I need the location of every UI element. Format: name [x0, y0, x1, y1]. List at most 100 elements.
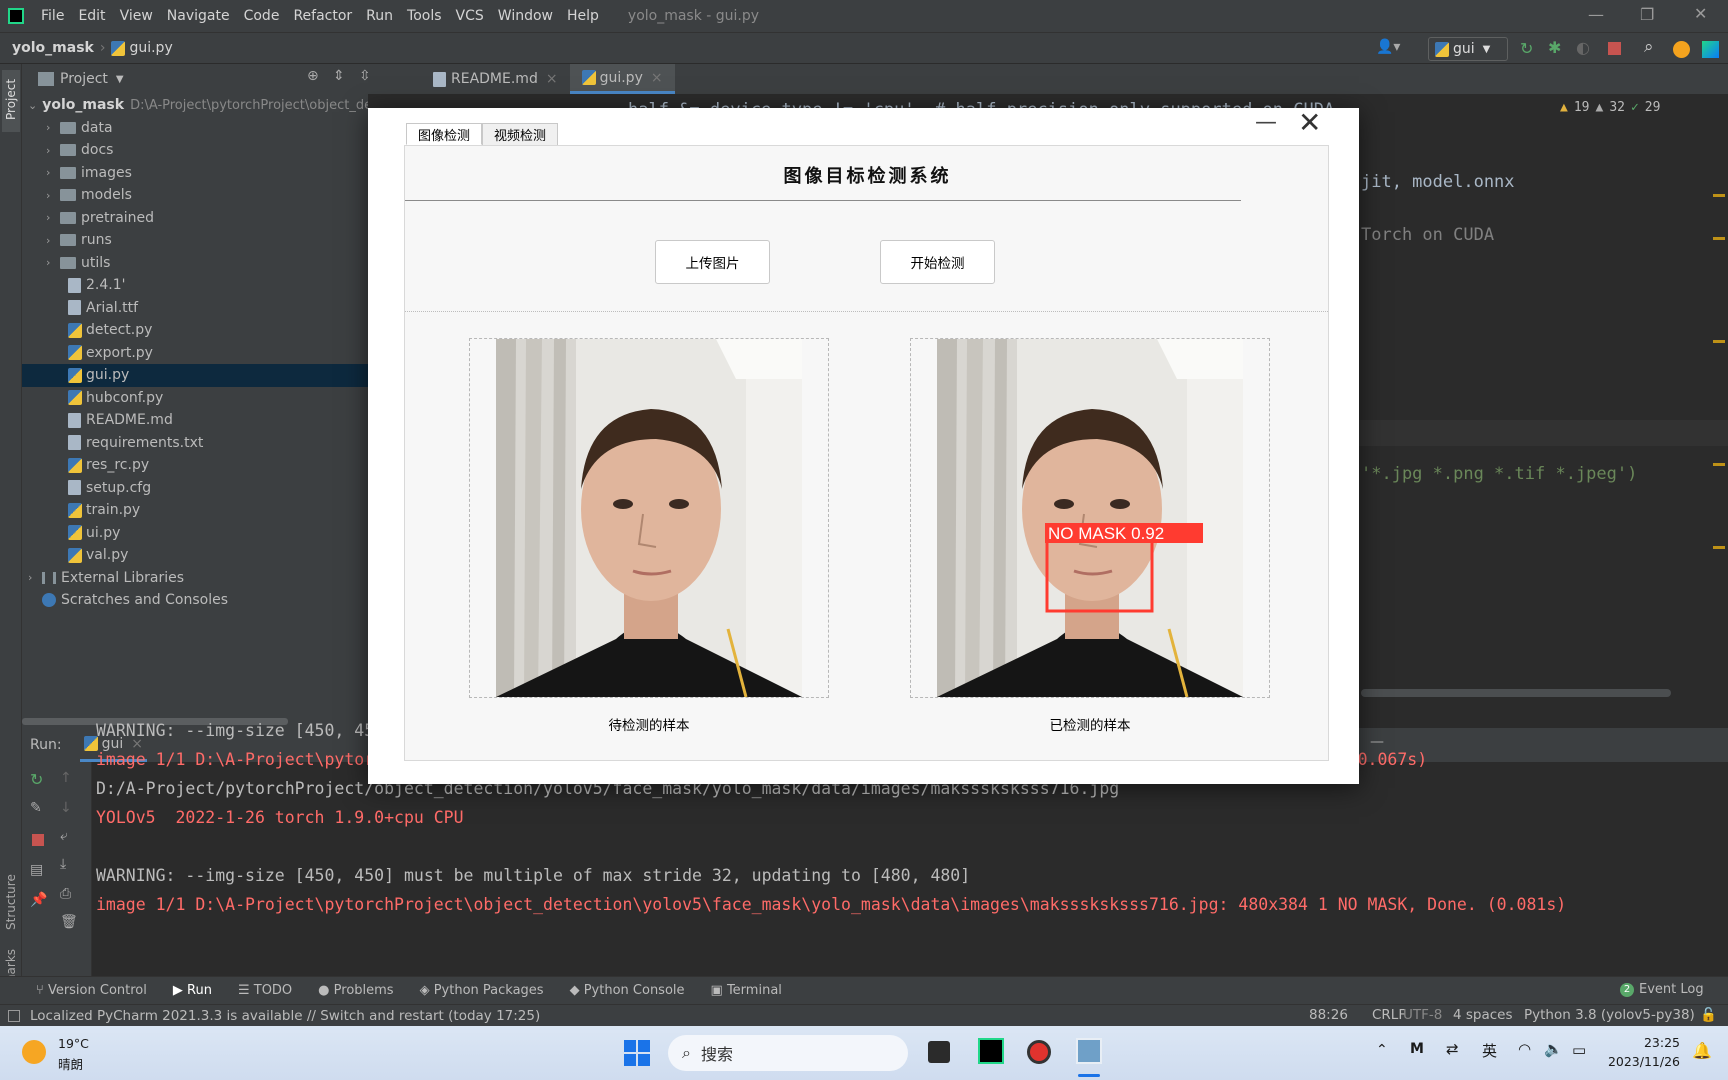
- print-icon[interactable]: ⎙: [60, 886, 71, 902]
- run-config-selector[interactable]: gui ▼: [1428, 37, 1508, 61]
- tree-file[interactable]: 2.4.1': [22, 274, 368, 297]
- collapsed-arrow-icon[interactable]: ›: [46, 234, 60, 247]
- rerun-icon[interactable]: ↻: [30, 770, 43, 789]
- tab-image-detection[interactable]: 图像检测: [406, 123, 483, 145]
- project-tool-tab[interactable]: Project: [2, 70, 20, 132]
- structure-tool-tab[interactable]: Structure: [4, 874, 18, 930]
- tree-folder[interactable]: › models: [22, 184, 368, 207]
- close-icon[interactable]: ×: [546, 71, 558, 87]
- pycharm-taskbar-icon[interactable]: [978, 1038, 1004, 1064]
- toggle-tool-windows-icon[interactable]: [8, 1009, 20, 1022]
- collapsed-arrow-icon[interactable]: ›: [46, 211, 60, 224]
- upload-image-button[interactable]: 上传图片: [655, 240, 770, 284]
- menu-vcs[interactable]: VCS: [449, 8, 491, 24]
- tree-file[interactable]: hubconf.py: [22, 387, 368, 410]
- update-icon[interactable]: [1673, 41, 1690, 58]
- tree-folder[interactable]: › images: [22, 162, 368, 185]
- tree-file[interactable]: res_rc.py: [22, 454, 368, 477]
- menu-tools[interactable]: Tools: [400, 8, 449, 24]
- chevron-up-icon[interactable]: ⌃: [1376, 1042, 1388, 1058]
- clock-time[interactable]: 23:25: [1604, 1035, 1680, 1050]
- tree-file[interactable]: setup.cfg: [22, 477, 368, 500]
- locate-icon[interactable]: ⊕: [307, 68, 319, 84]
- breadcrumb-project[interactable]: yolo_mask: [12, 40, 94, 56]
- menu-window[interactable]: Window: [491, 8, 560, 24]
- tree-file[interactable]: Arial.ttf: [22, 297, 368, 320]
- collapsed-arrow-icon[interactable]: ›: [28, 571, 42, 584]
- scroll-to-end-icon[interactable]: ⤓: [60, 856, 66, 872]
- tool-todo[interactable]: ☰ TODO: [238, 983, 292, 998]
- interpreter[interactable]: Python 3.8 (yolov5-py38): [1524, 1007, 1695, 1023]
- layout-icon[interactable]: ▤: [30, 862, 43, 878]
- minimize-window-button[interactable]: —: [1588, 5, 1604, 24]
- ime-indicator[interactable]: 英: [1482, 1040, 1497, 1061]
- status-message[interactable]: Localized PyCharm 2021.3.3 is available …: [30, 1008, 540, 1024]
- recorder-taskbar-icon[interactable]: [1027, 1040, 1051, 1064]
- menu-code[interactable]: Code: [237, 8, 287, 24]
- editor-scrollbar[interactable]: [1361, 689, 1671, 697]
- tree-scratches[interactable]: Scratches and Consoles: [22, 589, 368, 612]
- tree-folder[interactable]: › docs: [22, 139, 368, 162]
- tree-file[interactable]: ui.py: [22, 522, 368, 545]
- weather-temp[interactable]: 19°C: [58, 1036, 89, 1051]
- tray-app-icon[interactable]: M: [1410, 1041, 1424, 1057]
- error-stripe[interactable]: [1713, 124, 1725, 684]
- tray-transfer-icon[interactable]: ⇄: [1446, 1040, 1459, 1058]
- tree-file[interactable]: detect.py: [22, 319, 368, 342]
- weather-text[interactable]: 晴朗: [58, 1054, 83, 1073]
- stop-icon[interactable]: [32, 834, 44, 846]
- event-log[interactable]: 2 Event Log: [1620, 982, 1704, 997]
- tree-file[interactable]: train.py: [22, 499, 368, 522]
- tool-terminal[interactable]: ▣ Terminal: [711, 983, 782, 998]
- notification-icon[interactable]: 🔔: [1692, 1041, 1712, 1060]
- tree-root[interactable]: ⌄ yolo_mask D:\A-Project\pytorchProject\…: [22, 94, 417, 117]
- toolbox-icon[interactable]: [1702, 41, 1719, 58]
- tab-video-detection[interactable]: 视频检测: [482, 123, 559, 145]
- tree-file[interactable]: README.md: [22, 409, 368, 432]
- menu-view[interactable]: View: [113, 8, 160, 24]
- search-icon[interactable]: ⌕: [1644, 37, 1654, 57]
- rerun-icon[interactable]: ↻: [1520, 39, 1533, 58]
- app-window-taskbar-icon[interactable]: [1076, 1038, 1102, 1064]
- collapsed-arrow-icon[interactable]: ›: [46, 166, 60, 179]
- soft-wrap-icon[interactable]: ⤶: [60, 828, 68, 844]
- pin-icon[interactable]: 📌: [30, 892, 47, 908]
- start-detection-button[interactable]: 开始检测: [880, 240, 995, 284]
- taskbar-search[interactable]: ⌕ 搜索: [668, 1035, 908, 1071]
- tree-folder[interactable]: › utils: [22, 252, 368, 275]
- tree-folder[interactable]: › pretrained: [22, 207, 368, 230]
- clock-date[interactable]: 2023/11/26: [1604, 1054, 1680, 1069]
- windows-start-icon[interactable]: [624, 1040, 650, 1066]
- dialog-minimize-button[interactable]: —: [1255, 110, 1277, 135]
- restore-window-button[interactable]: ❐: [1640, 5, 1654, 24]
- caret-position[interactable]: 88:26: [1309, 1007, 1348, 1023]
- menu-help[interactable]: Help: [560, 8, 606, 24]
- tool-python-console[interactable]: ◆ Python Console: [570, 983, 685, 998]
- weather-icon[interactable]: [22, 1040, 46, 1064]
- menu-navigate[interactable]: Navigate: [160, 8, 237, 24]
- tree-folder[interactable]: › data: [22, 117, 368, 140]
- lock-icon[interactable]: 🔓: [1700, 1007, 1717, 1023]
- close-window-button[interactable]: ✕: [1694, 4, 1707, 23]
- collapsed-arrow-icon[interactable]: ›: [46, 144, 60, 157]
- task-view-icon[interactable]: [928, 1041, 950, 1063]
- down-arrow-icon[interactable]: ↓: [60, 800, 72, 816]
- debug-icon[interactable]: ✱: [1548, 38, 1561, 57]
- tab-gui[interactable]: gui.py ×: [569, 64, 675, 94]
- tree-file[interactable]: val.py: [22, 544, 368, 567]
- code-line-4[interactable]: '*.jpg *.png *.tif *.jpeg'): [1361, 464, 1637, 484]
- wifi-icon[interactable]: ◠: [1518, 1040, 1531, 1058]
- chevron-down-icon[interactable]: ▼: [116, 74, 124, 85]
- inspection-widget[interactable]: ▲ 19 ▲ 32 ✓ 29: [1560, 100, 1660, 115]
- tree-folder[interactable]: › runs: [22, 229, 368, 252]
- breadcrumb-file[interactable]: gui.py: [129, 40, 172, 56]
- tool-problems[interactable]: ● Problems: [318, 983, 393, 998]
- indent-setting[interactable]: 4 spaces: [1453, 1007, 1513, 1023]
- battery-icon[interactable]: ▭: [1572, 1041, 1586, 1059]
- expand-all-icon[interactable]: ⇕: [333, 68, 345, 84]
- close-icon[interactable]: ×: [651, 70, 663, 86]
- tool-version-control[interactable]: ⑂ Version Control: [36, 983, 147, 998]
- expanded-arrow-icon[interactable]: ⌄: [28, 99, 37, 112]
- user-icon[interactable]: 👤▾: [1376, 39, 1400, 55]
- volume-icon[interactable]: 🔈: [1544, 1040, 1563, 1058]
